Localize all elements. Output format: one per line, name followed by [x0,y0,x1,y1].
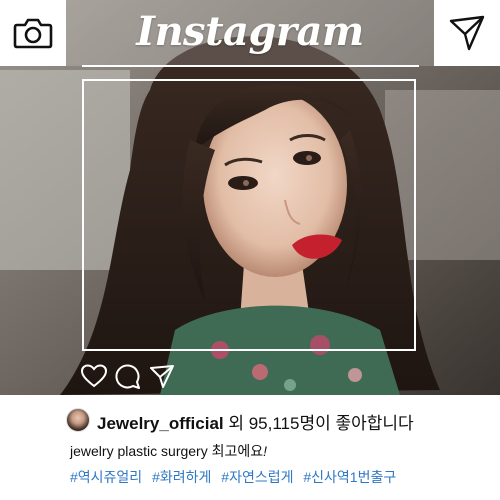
hashtag-link[interactable]: #신사역1번출구 [303,469,396,485]
likes-summary: Jewelry_official 외 95,115명이 좋아합니다 [97,409,414,434]
camera-button[interactable] [0,0,66,66]
post-description: jewelry plastic surgery 최고에요! [70,441,267,461]
heart-icon [81,364,107,388]
share-button[interactable] [148,362,176,390]
description-end: ! [263,443,268,459]
comment-icon [115,364,140,389]
camera-icon [13,18,53,49]
avatar[interactable] [66,408,90,432]
hashtags: #역시쥬얼리 #화려하게 #자연스럽게 #신사역1번출구 [70,467,401,487]
like-button[interactable] [80,362,108,390]
username-link[interactable]: Jewelry_official [97,414,224,433]
instagram-logo: Instagram [136,8,364,55]
hashtag-link[interactable]: #역시쥬얼리 [70,469,142,485]
send-icon [150,365,174,388]
comment-button[interactable] [114,362,142,390]
likes-text: 외 95,115명이 좋아합니다 [223,414,414,433]
post-actions [80,362,176,390]
photo-frame [82,79,416,351]
description-text: jewelry plastic surgery 최고에요 [70,443,264,459]
hashtag-link[interactable]: #자연스럽게 [221,469,293,485]
direct-message-button[interactable] [434,0,500,66]
post-caption: Jewelry_official 외 95,115명이 좋아합니다 jewelr… [0,395,500,500]
header-divider [82,65,419,67]
send-icon [449,15,485,51]
hashtag-link[interactable]: #화려하게 [152,469,211,485]
